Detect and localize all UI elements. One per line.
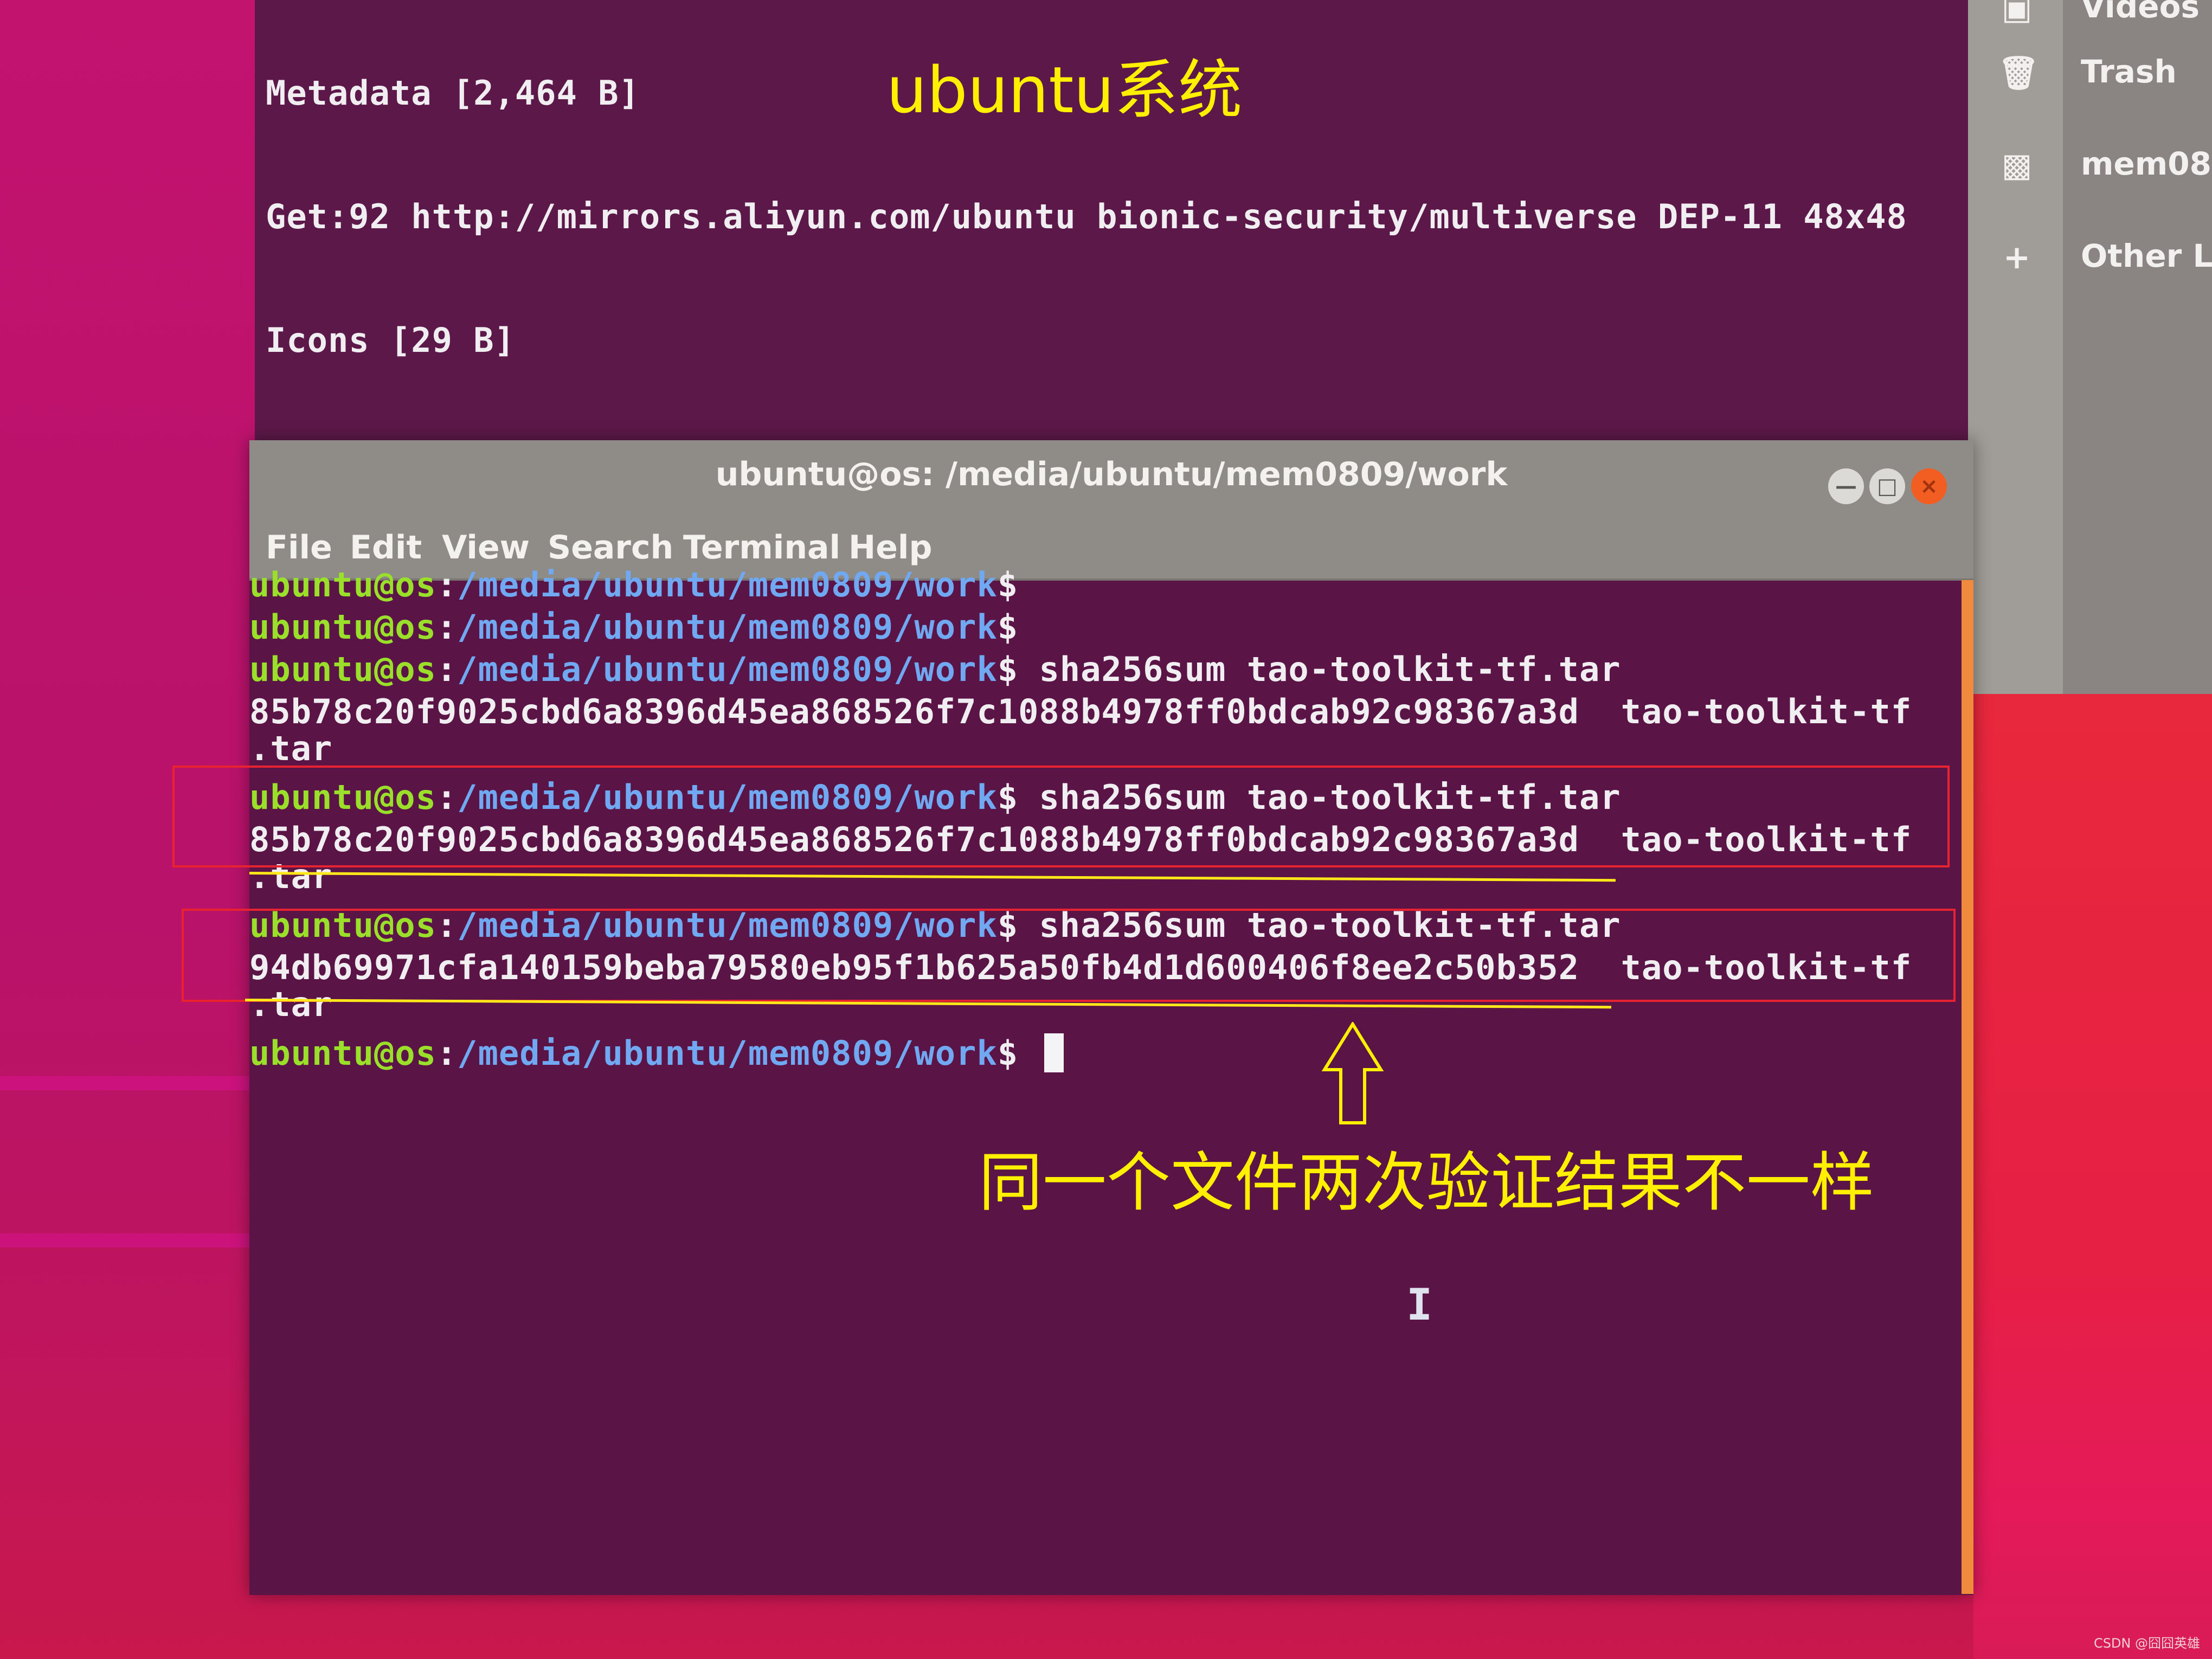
wallpaper-stripe <box>0 1233 249 1248</box>
terminal-prompt-line: ubuntu@os:/media/ubuntu/mem0809/work$ sh… <box>249 648 1621 691</box>
close-icon: × <box>1920 474 1938 499</box>
close-button[interactable]: × <box>1911 468 1947 504</box>
command-text <box>1018 1033 1039 1073</box>
prompt-separator: : <box>436 650 458 689</box>
mouse-ibeam-icon: I <box>1406 1279 1433 1330</box>
prompt-path: /media/ubuntu/mem0809/work <box>457 565 998 605</box>
wallpaper-red-panel <box>1973 694 2212 1659</box>
terminal-line: Icons [29 B] <box>266 320 515 360</box>
annotation-caption: 同一个文件两次验证结果不一样 <box>979 1145 1875 1220</box>
sidebar-icon-column <box>1968 0 2063 694</box>
prompt-user: ubuntu@os <box>249 1033 436 1073</box>
menu-terminal[interactable]: Terminal <box>683 529 840 567</box>
annotation-system-label: ubuntu系统 <box>886 53 1243 127</box>
terminal-line: Get:92 http://mirrors.aliyun.com/ubuntu … <box>266 197 1907 236</box>
prompt-path: /media/ubuntu/mem0809/work <box>457 650 998 689</box>
terminal-window[interactable]: ubuntu@os: /media/ubuntu/mem0809/work — … <box>249 440 1973 1595</box>
scrollbar[interactable] <box>1962 580 1973 1594</box>
sidebar-item-videos[interactable]: ▣ Videos <box>1968 0 2212 38</box>
prompt-user: ubuntu@os <box>249 650 436 689</box>
terminal-output-line: .tar <box>249 729 333 768</box>
drive-icon: ▩ <box>2001 146 2033 184</box>
video-icon: ▣ <box>2001 0 2033 27</box>
terminal-prompt-line: ubuntu@os:/media/ubuntu/mem0809/work$ <box>249 564 1018 606</box>
watermark: CSDN @囧囧英雄 <box>2093 1636 2200 1651</box>
menu-search[interactable]: Search <box>548 529 673 567</box>
window-title: ubuntu@os: /media/ubuntu/mem0809/work <box>715 455 1508 493</box>
maximize-button[interactable]: □ <box>1869 468 1905 504</box>
prompt-symbol: $ <box>997 565 1019 605</box>
hash-output-line: 85b78c20f9025cbd6a8396d45ea868526f7c1088… <box>249 692 1912 731</box>
title-bar[interactable]: ubuntu@os: /media/ubuntu/mem0809/work — … <box>249 440 1973 519</box>
prompt-separator: : <box>436 1033 458 1073</box>
wallpaper-stripe <box>0 1076 249 1090</box>
up-arrow-icon <box>1321 1022 1384 1124</box>
prompt-separator: : <box>436 607 458 647</box>
terminal-content[interactable]: ubuntu@os:/media/ubuntu/mem0809/work$ ub… <box>249 565 1963 1594</box>
prompt-symbol: $ <box>997 607 1019 647</box>
trash-icon: 🗑 <box>1998 54 2040 92</box>
prompt-user: ubuntu@os <box>249 565 436 605</box>
sidebar-item-other-locations[interactable]: + Other Lo <box>1968 228 2212 287</box>
minimize-button[interactable]: — <box>1828 468 1864 504</box>
maximize-icon: □ <box>1877 474 1898 499</box>
text-cursor <box>1044 1033 1064 1072</box>
highlight-box-second-hash <box>182 909 1956 1002</box>
highlight-box-first-hash <box>172 766 1950 867</box>
plus-icon: + <box>2003 239 2031 276</box>
terminal-prompt-line: ubuntu@os:/media/ubuntu/mem0809/work$ <box>249 1032 1064 1075</box>
sidebar-item-trash[interactable]: 🗑 Trash <box>1968 43 2212 103</box>
file-manager-sidebar: ▣ Videos 🗑 Trash ▩ mem0809 + Other Lo <box>1968 0 2212 694</box>
menu-edit[interactable]: Edit <box>350 529 422 567</box>
prompt-separator: : <box>436 565 458 605</box>
prompt-symbol: $ <box>997 1033 1019 1073</box>
sidebar-item-mem0809[interactable]: ▩ mem0809 <box>1968 136 2212 195</box>
command-text: sha256sum tao-toolkit-tf.tar <box>1018 650 1621 689</box>
background-terminal[interactable]: Metadata [2,464 B] Get:92 http://mirrors… <box>255 0 1968 1349</box>
menu-file[interactable]: File <box>266 529 332 567</box>
prompt-path: /media/ubuntu/mem0809/work <box>457 607 998 647</box>
menu-view[interactable]: View <box>442 529 530 567</box>
terminal-prompt-line: ubuntu@os:/media/ubuntu/mem0809/work$ <box>249 606 1018 648</box>
minimize-icon: — <box>1835 474 1857 499</box>
menu-help[interactable]: Help <box>848 529 932 567</box>
prompt-user: ubuntu@os <box>249 607 436 647</box>
prompt-symbol: $ <box>997 650 1019 689</box>
prompt-path: /media/ubuntu/mem0809/work <box>457 1033 998 1073</box>
